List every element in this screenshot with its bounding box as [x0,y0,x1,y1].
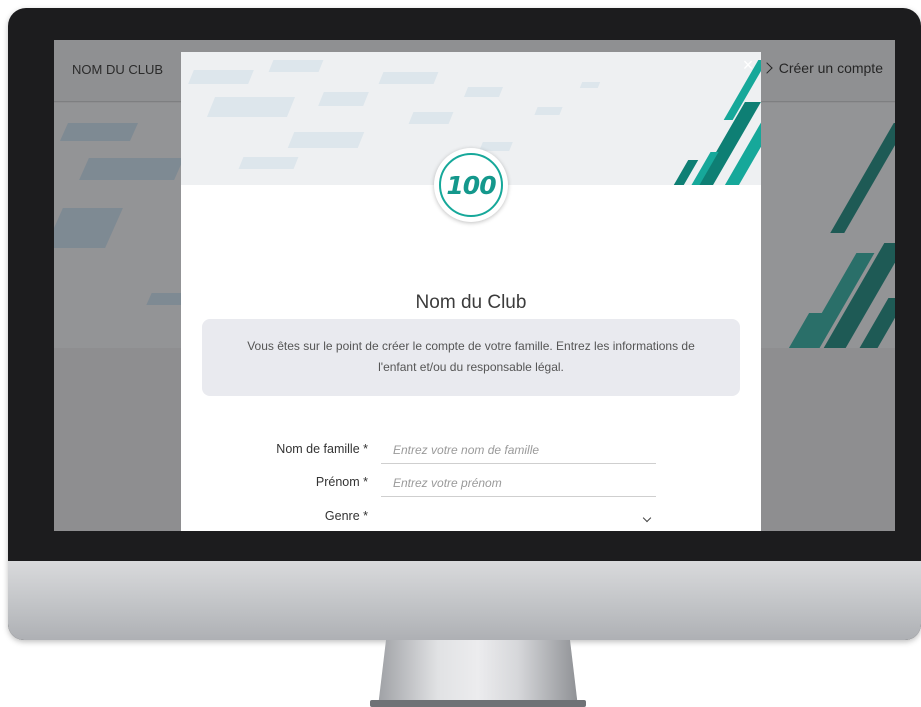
modal-title: Nom du Club [415,292,527,313]
banner-tile [318,92,369,106]
first-name-label: Prénom * [315,475,368,489]
hero-tile [54,208,123,248]
signup-link[interactable]: Créer un compte [761,60,883,76]
monitor-stand [378,640,578,707]
hero-tile [59,123,139,141]
info-text: Vous êtes sur le point de créer le compt… [247,339,695,374]
club-logo-text: 100 [439,153,503,217]
last-name-label: Nom de famille * [276,442,368,456]
monitor-frame: NOM DU CLUB Créer un compte × 100 Nom du… [8,8,921,640]
screen: NOM DU CLUB Créer un compte × 100 Nom du… [54,40,895,531]
site-logo[interactable]: NOM DU CLUB [72,62,163,77]
banner-tile [463,87,504,97]
chevron-down-icon [642,513,652,523]
hero-tile [79,158,184,180]
banner-tile [268,60,324,72]
banner-tile [534,107,563,115]
gender-select[interactable] [381,509,656,531]
banner-tile [287,132,365,148]
banner-tile [206,97,296,117]
club-logo: 100 [434,148,508,222]
banner-tile [408,112,454,124]
info-box: Vous êtes sur le point de créer le compt… [202,319,740,396]
banner-tile [579,82,601,88]
banner-tile [188,70,254,84]
gender-label: Genre * [324,509,368,523]
banner-tile [238,157,299,169]
signup-link-label: Créer un compte [778,60,883,76]
monitor-stand-base [370,700,586,707]
hero-stripe [830,123,895,233]
last-name-input[interactable] [381,436,656,464]
close-icon[interactable]: × [739,56,757,74]
chevron-right-icon [761,62,773,74]
first-name-input[interactable] [381,469,656,497]
monitor-chin [8,561,921,640]
banner-tile [378,72,439,84]
signup-modal: × 100 Nom du Club Vous êtes sur le point… [181,52,761,531]
